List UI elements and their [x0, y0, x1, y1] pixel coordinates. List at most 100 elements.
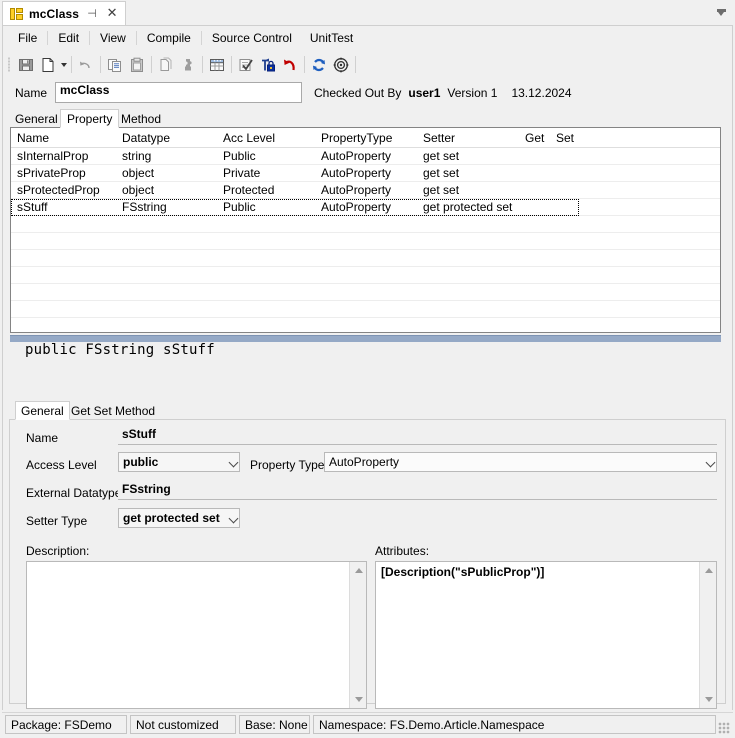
cell-datatype: object: [122, 183, 155, 197]
checked-out-by-label: Checked Out By: [314, 86, 402, 100]
menu-item-compile[interactable]: Compile: [138, 28, 200, 48]
class-icon: [10, 7, 23, 21]
grid-header-acc-level[interactable]: Acc Level: [219, 128, 315, 147]
setter-type-combo[interactable]: get protected set: [118, 508, 240, 528]
table-row-empty[interactable]: [11, 318, 720, 332]
grid-header-datatype[interactable]: Datatype: [118, 128, 217, 147]
save-icon[interactable]: [15, 54, 37, 76]
menu-item-unittest[interactable]: UnitTest: [301, 28, 362, 48]
attributes-scrollbar[interactable]: [699, 562, 716, 708]
puzzle-icon[interactable]: [177, 54, 199, 76]
copy-icon[interactable]: [104, 54, 126, 76]
document-tab-mcclass[interactable]: mcClass ⊣ ✕: [2, 1, 127, 26]
grid-header-name[interactable]: Name: [13, 128, 116, 147]
menu-item-file[interactable]: File: [9, 28, 46, 48]
menu-item-edit[interactable]: Edit: [49, 28, 88, 48]
refresh-icon[interactable]: [308, 54, 330, 76]
table-row-empty[interactable]: [11, 284, 720, 301]
name-field[interactable]: sStuff: [118, 425, 717, 445]
cell-datatype: object: [122, 166, 155, 180]
property-type-value: AutoProperty: [329, 455, 400, 469]
menu-separator: [47, 31, 49, 45]
property-type-combo[interactable]: AutoProperty: [324, 452, 717, 472]
document-tab-label: mcClass: [29, 7, 80, 21]
target-icon[interactable]: [330, 54, 352, 76]
member-signature: public FSstring sStuff: [25, 342, 215, 358]
scroll-down-icon[interactable]: [350, 691, 367, 708]
cell-set: [552, 148, 581, 164]
table-row[interactable]: sPrivateProp object Private AutoProperty…: [11, 165, 720, 182]
paste-icon[interactable]: [126, 54, 148, 76]
checked-out-user: user1: [408, 86, 441, 100]
scroll-down-icon[interactable]: [700, 691, 717, 708]
duplicate-icon[interactable]: [155, 54, 177, 76]
table-row-empty[interactable]: [11, 233, 720, 250]
application-window: mcClass ⊣ ✕ File Edit View Compile Sourc…: [0, 0, 735, 738]
chevron-down-icon[interactable]: [716, 9, 727, 18]
pin-icon[interactable]: ⊣: [85, 7, 99, 21]
undo-arrow-icon[interactable]: [75, 54, 97, 76]
grid-header-property-type[interactable]: PropertyType: [317, 128, 417, 147]
menu-item-source-control[interactable]: Source Control: [203, 28, 301, 48]
table-row-empty[interactable]: [11, 250, 720, 267]
table-row-empty[interactable]: [11, 301, 720, 318]
table-icon[interactable]: [206, 54, 228, 76]
table-row[interactable]: sProtectedProp object Protected AutoProp…: [11, 182, 720, 199]
tab-method[interactable]: Method: [115, 111, 167, 127]
checkout-info: Checked Out By user1 Version 1 13.12.2024: [314, 86, 572, 100]
scroll-up-icon[interactable]: [700, 562, 717, 579]
description-scrollbar[interactable]: [349, 562, 366, 708]
cell-acc-level: Private: [223, 166, 261, 180]
status-panel-base: Base: None: [239, 715, 310, 734]
editor-window: File Edit View Compile Source Control Un…: [2, 25, 733, 710]
tab-property[interactable]: Property: [60, 109, 120, 128]
toolbar-grip[interactable]: [6, 56, 13, 73]
cell-property-type: AutoProperty: [321, 200, 392, 214]
external-datatype-field[interactable]: FSstring: [118, 480, 717, 500]
tab-detail-get-set-method[interactable]: Get Set Method: [66, 403, 160, 419]
cell-name: sInternalProp: [17, 149, 89, 163]
attributes-value: [Description("sPublicProp")]: [381, 565, 545, 579]
cell-setter: get set: [423, 166, 460, 180]
description-textarea[interactable]: [26, 561, 367, 709]
cell-name: sStuff: [17, 200, 48, 214]
table-row[interactable]: sInternalProp string Public AutoProperty…: [11, 148, 720, 165]
toolbar-separator: [71, 56, 72, 73]
cell-set: [552, 182, 581, 198]
status-panel-customized: Not customized: [130, 715, 236, 734]
table-row-selected[interactable]: sStuff FSstring Public AutoProperty get …: [11, 199, 720, 216]
name-row: Name mcClass Checked Out By user1 Version …: [3, 81, 732, 107]
field-label-name: Name: [26, 431, 59, 445]
main-tab-bar: General Property Method: [9, 109, 726, 128]
grid-header-setter[interactable]: Setter: [419, 128, 519, 147]
chevron-down-icon: [226, 515, 234, 520]
grid-header-get[interactable]: Get: [521, 128, 550, 147]
grid-header-set[interactable]: Set: [552, 128, 581, 147]
access-level-value: public: [123, 455, 159, 469]
lock-icon[interactable]: [257, 54, 279, 76]
close-icon[interactable]: ✕: [105, 7, 119, 21]
scroll-up-icon[interactable]: [350, 562, 367, 579]
table-row-empty[interactable]: [11, 267, 720, 284]
new-file-dropdown-icon[interactable]: [59, 54, 68, 76]
field-label-access-level: Access Level: [26, 458, 97, 472]
panel-splitter[interactable]: [10, 335, 721, 342]
status-bar: Package: FSDemo Not customized Base: Non…: [2, 712, 733, 736]
resize-grip[interactable]: [718, 722, 730, 734]
chevron-down-icon: [226, 459, 234, 464]
checklist-icon[interactable]: [235, 54, 257, 76]
table-row-empty[interactable]: [11, 216, 720, 233]
toolbar: [3, 51, 732, 78]
attributes-textarea[interactable]: [Description("sPublicProp")]: [375, 561, 717, 709]
property-grid[interactable]: Name Datatype Acc Level PropertyType Set…: [10, 127, 721, 333]
tab-detail-general[interactable]: General: [15, 401, 70, 420]
name-input[interactable]: mcClass: [55, 82, 302, 103]
access-level-combo[interactable]: public: [118, 452, 240, 472]
cell-property-type: AutoProperty: [321, 149, 392, 163]
toolbar-separator: [100, 56, 101, 73]
tab-general[interactable]: General: [9, 111, 64, 127]
toolbar-separator: [231, 56, 232, 73]
undo-red-icon[interactable]: [279, 54, 301, 76]
new-file-icon[interactable]: [37, 54, 59, 76]
menu-item-view[interactable]: View: [91, 28, 135, 48]
